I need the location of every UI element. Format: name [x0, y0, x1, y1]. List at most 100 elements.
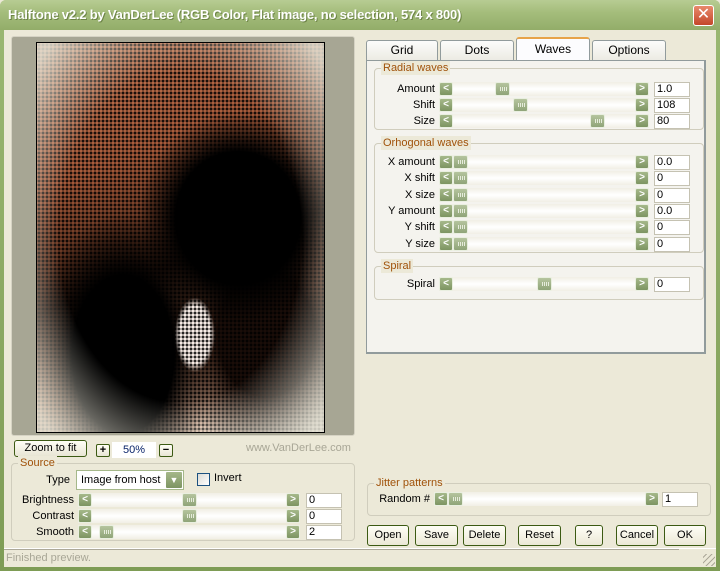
- chevron-left-icon[interactable]: <: [439, 187, 453, 202]
- random-number-slider-thumb[interactable]: [448, 492, 463, 506]
- zoom-to-fit-button[interactable]: Zoom to fit: [14, 440, 87, 457]
- resize-grip-icon[interactable]: [703, 554, 715, 566]
- invert-label[interactable]: Invert: [214, 472, 242, 484]
- chevron-left-icon[interactable]: <: [439, 114, 453, 128]
- spiral-title: Spiral: [381, 259, 414, 273]
- tab-options[interactable]: Options: [592, 40, 666, 60]
- tab-grid[interactable]: Grid: [366, 40, 438, 60]
- radial-amount-slider[interactable]: < >: [439, 82, 649, 96]
- title-bar[interactable]: Halftone v2.2 by VanDerLee (RGB Color, F…: [0, 0, 720, 30]
- contrast-slider[interactable]: < >: [78, 509, 300, 523]
- chevron-left-icon[interactable]: <: [439, 203, 453, 218]
- smooth-slider[interactable]: < >: [78, 525, 300, 539]
- contrast-value-input[interactable]: 0: [306, 509, 342, 524]
- orthogonal-x-size-slider-thumb[interactable]: [453, 187, 468, 202]
- chevron-left-icon[interactable]: <: [439, 220, 453, 235]
- chevron-right-icon[interactable]: >: [635, 98, 649, 112]
- tab-waves[interactable]: Waves: [516, 37, 590, 61]
- chevron-right-icon[interactable]: >: [635, 277, 649, 291]
- orthogonal-y-shift-slider[interactable]: < >: [439, 220, 649, 235]
- chevron-right-icon[interactable]: >: [645, 492, 659, 506]
- radial-shift-slider-thumb[interactable]: [513, 98, 529, 112]
- radial-size-slider-thumb[interactable]: [589, 114, 605, 128]
- chevron-right-icon[interactable]: >: [635, 155, 649, 169]
- chevron-right-icon[interactable]: >: [286, 509, 300, 523]
- orthogonal-x-shift-slider-thumb[interactable]: [453, 171, 468, 186]
- orthogonal-y-amount-slider[interactable]: < >: [439, 203, 649, 218]
- website-link[interactable]: www.VanDerLee.com: [246, 442, 351, 454]
- spiral-row: Spiral < >0: [374, 277, 690, 292]
- orthogonal-y-size-slider[interactable]: < >: [439, 236, 649, 251]
- orthogonal-y-size-label: Y size: [405, 237, 435, 250]
- halftone-preview-image[interactable]: [36, 42, 325, 433]
- delete-button[interactable]: Delete: [463, 525, 506, 546]
- random-number-value-input[interactable]: 1: [662, 492, 698, 507]
- spiral-value-input[interactable]: 0: [654, 277, 690, 292]
- orthogonal-y-shift-slider-thumb[interactable]: [453, 220, 468, 235]
- help-button[interactable]: ?: [575, 525, 603, 546]
- zoom-level: 50%: [112, 442, 156, 458]
- radial-shift-value-input[interactable]: 108: [654, 98, 690, 113]
- orthogonal-x-amount-slider[interactable]: < >: [439, 155, 649, 169]
- chevron-left-icon[interactable]: <: [78, 509, 92, 523]
- source-type-select[interactable]: Image from host ▼: [76, 470, 184, 490]
- orthogonal-y-shift-value-input[interactable]: 0: [654, 220, 690, 236]
- chevron-left-icon[interactable]: <: [78, 493, 92, 507]
- chevron-right-icon[interactable]: >: [286, 493, 300, 507]
- zoom-out-button[interactable]: −: [159, 444, 173, 457]
- orthogonal-x-amount-slider-thumb[interactable]: [453, 155, 468, 169]
- contrast-slider-thumb[interactable]: [181, 509, 197, 523]
- chevron-right-icon[interactable]: >: [635, 236, 649, 251]
- radial-amount-value-input[interactable]: 1.0: [654, 82, 690, 97]
- chevron-right-icon[interactable]: >: [635, 203, 649, 218]
- open-button[interactable]: Open: [367, 525, 409, 546]
- cancel-button[interactable]: Cancel: [616, 525, 658, 546]
- spiral-slider[interactable]: < >: [439, 277, 649, 291]
- chevron-left-icon[interactable]: <: [439, 236, 453, 251]
- radial-size-value-input[interactable]: 80: [654, 114, 690, 129]
- chevron-left-icon[interactable]: <: [434, 492, 448, 506]
- orthogonal-x-size-slider[interactable]: < >: [439, 187, 649, 202]
- radial-amount-slider-thumb[interactable]: [494, 82, 510, 96]
- brightness-value-input[interactable]: 0: [306, 493, 342, 508]
- radial-shift-row: Shift < >108: [374, 98, 690, 113]
- close-button[interactable]: ✕: [693, 5, 714, 26]
- orthogonal-x-shift-slider[interactable]: < >: [439, 171, 649, 186]
- orthogonal-x-size-label: X size: [405, 188, 435, 201]
- invert-checkbox[interactable]: [197, 473, 210, 486]
- orthogonal-y-size-slider-thumb[interactable]: [453, 236, 468, 251]
- spiral-slider-thumb[interactable]: [536, 277, 552, 291]
- chevron-left-icon[interactable]: <: [439, 171, 453, 186]
- chevron-right-icon[interactable]: >: [635, 171, 649, 186]
- zoom-in-button[interactable]: +: [96, 444, 110, 457]
- chevron-left-icon[interactable]: <: [78, 525, 92, 539]
- radial-size-slider[interactable]: < >: [439, 114, 649, 128]
- orthogonal-x-amount-value-input[interactable]: 0.0: [654, 155, 690, 170]
- chevron-down-icon[interactable]: ▼: [166, 472, 182, 488]
- orthogonal-x-size-value-input[interactable]: 0: [654, 187, 690, 203]
- orthogonal-y-size-value-input[interactable]: 0: [654, 236, 690, 252]
- reset-button[interactable]: Reset: [518, 525, 561, 546]
- ok-button[interactable]: OK: [664, 525, 706, 546]
- chevron-right-icon[interactable]: >: [286, 525, 300, 539]
- brightness-slider-thumb[interactable]: [181, 493, 197, 507]
- radial-shift-slider[interactable]: < >: [439, 98, 649, 112]
- chevron-right-icon[interactable]: >: [635, 114, 649, 128]
- chevron-left-icon[interactable]: <: [439, 82, 453, 96]
- smooth-slider-thumb[interactable]: [99, 525, 115, 539]
- orthogonal-y-amount-value-input[interactable]: 0.0: [654, 203, 690, 219]
- brightness-slider[interactable]: < >: [78, 493, 300, 507]
- chevron-right-icon[interactable]: >: [635, 82, 649, 96]
- tab-dots[interactable]: Dots: [440, 40, 514, 60]
- orthogonal-x-amount-label: X amount: [387, 156, 435, 168]
- chevron-left-icon[interactable]: <: [439, 277, 453, 291]
- chevron-right-icon[interactable]: >: [635, 220, 649, 235]
- chevron-left-icon[interactable]: <: [439, 155, 453, 169]
- random-number-slider[interactable]: < >: [434, 492, 659, 506]
- chevron-right-icon[interactable]: >: [635, 187, 649, 202]
- orthogonal-y-amount-slider-thumb[interactable]: [453, 203, 468, 218]
- orthogonal-x-shift-value-input[interactable]: 0: [654, 171, 690, 187]
- smooth-value-input[interactable]: 2: [306, 525, 342, 540]
- chevron-left-icon[interactable]: <: [439, 98, 453, 112]
- save-button[interactable]: Save: [415, 525, 458, 546]
